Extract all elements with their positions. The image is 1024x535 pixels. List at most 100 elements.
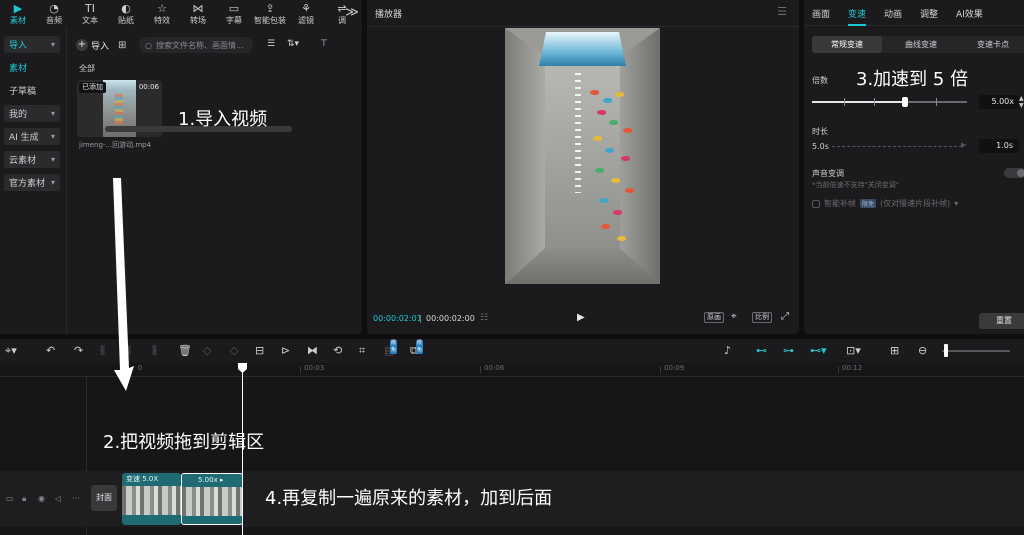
delete-icon[interactable]: 🗑 [178, 344, 192, 358]
cover-button[interactable]: 封面 [91, 485, 117, 511]
reverse-icon[interactable]: ⊳ [281, 344, 290, 358]
ruler-label: 00:03 [304, 364, 325, 372]
auto-caption-icon[interactable]: ▤限免 [384, 340, 398, 358]
tab-effects[interactable]: ☆ 特效 [144, 0, 180, 28]
pitch-toggle[interactable] [1004, 168, 1024, 178]
zoom-out-icon[interactable]: ⊖ [918, 344, 927, 358]
mode-curve-speed[interactable]: 曲线变速 [886, 36, 956, 53]
player-title: 播放器 [375, 10, 403, 20]
main-track-magnet-icon[interactable]: ⊷ [756, 344, 767, 358]
grid-view-icon[interactable]: ⊞ [118, 40, 126, 51]
mark-icon[interactable]: ◇ [203, 344, 211, 358]
preview-left-wall [505, 28, 545, 284]
plus-icon: + [76, 39, 88, 51]
reset-button[interactable]: 重置 [979, 313, 1024, 329]
more-icon[interactable]: ··· [72, 494, 80, 503]
duration-input[interactable]: 1.0s [979, 139, 1019, 153]
import-button[interactable]: + 导入 ⊞ [76, 37, 131, 53]
nav-label: 导入 [9, 41, 28, 51]
tab-adjust-props[interactable]: 调整 [920, 7, 938, 20]
added-badge: 已添加 [79, 82, 106, 93]
rotate-icon[interactable]: ⟲ [333, 344, 342, 358]
filter-icon[interactable]: ⊤ [320, 39, 328, 51]
mirror-icon[interactable]: ⧓ [307, 344, 318, 358]
filter-icon: ⚘ [301, 2, 311, 15]
nav-sub-draft[interactable]: 子草稿 [4, 82, 60, 99]
nav-official-media[interactable]: 官方素材 ▾ [4, 174, 60, 191]
screenshot-icon[interactable]: ⌖ [731, 311, 737, 322]
video-clip[interactable]: 变速 5.0X [122, 473, 181, 525]
track-thumb-icon[interactable]: ▭ [6, 494, 14, 503]
preview-fish [621, 156, 630, 161]
mode-beat-speed[interactable]: 变速卡点 [958, 36, 1024, 53]
speed-slider-knob[interactable] [902, 97, 908, 107]
sticker-icon: ◐ [121, 2, 131, 15]
redo-icon[interactable]: ↷ [74, 344, 83, 358]
play-button[interactable]: ▶ [577, 312, 585, 323]
tab-transitions[interactable]: ⋈ 转场 [180, 0, 216, 28]
sort-icon[interactable]: ☰ [267, 39, 275, 51]
tab-animation[interactable]: 动画 [884, 7, 902, 20]
original-quality-button[interactable]: 原画 [704, 312, 724, 323]
eye-icon[interactable]: ◉ [38, 494, 45, 503]
menu-icon[interactable]: ☰ [777, 5, 787, 18]
divider [367, 26, 799, 27]
tab-smart-pack[interactable]: ⇪ 智能包装 [252, 0, 288, 28]
lock-icon[interactable]: 🔒︎ [22, 494, 26, 504]
player-panel: 播放器 ☰ 00:00:02:01 | 00:00:02:00 ☷ ▶ 原画 ⌖… [367, 0, 799, 334]
auto-snap-icon[interactable]: ⊶ [783, 344, 794, 358]
speed-stepper[interactable]: ▲ ▼ [1019, 95, 1024, 109]
tab-filters[interactable]: ⚘ 滤镜 [288, 0, 324, 28]
tab-text[interactable]: TI 文本 [72, 0, 108, 28]
freeze-icon[interactable]: ⊟ [255, 344, 264, 358]
fullscreen-icon[interactable]: ⤢ [781, 311, 789, 322]
timeline-area[interactable]: 0 00:03 00:06 00:09 00:12 2.把视频拖到剪辑区 ▭ 🔒… [0, 363, 1024, 535]
playhead[interactable] [242, 363, 243, 535]
expand-more-icon[interactable]: ≫ [344, 5, 360, 21]
microphone-icon[interactable]: ♪ [724, 344, 731, 358]
checkbox[interactable] [812, 199, 820, 208]
tab-ai-effects[interactable]: AI效果 [956, 7, 983, 20]
crop-icon[interactable]: ⌗ [359, 344, 365, 358]
video-clip-selected[interactable]: 5.00x ▸ [181, 473, 243, 525]
zoom-slider[interactable] [942, 350, 1010, 352]
select-cursor-icon[interactable]: ⌖▾ [5, 344, 17, 358]
tab-speed[interactable]: 变速 [848, 7, 866, 20]
search-input[interactable]: ○ 搜索文件名称、画面情... [139, 37, 253, 53]
tab-stickers[interactable]: ◐ 贴纸 [108, 0, 144, 28]
ratio-button[interactable]: 比例 [752, 312, 772, 323]
nav-mine[interactable]: 我的 ▾ [4, 105, 60, 122]
video-preview[interactable] [505, 28, 660, 284]
preview-axis-icon[interactable]: ⊡▾ [846, 344, 861, 358]
fit-screen-icon[interactable]: ⊞ [890, 344, 899, 358]
smart-crop-icon[interactable]: ⧉ 限免 [410, 340, 424, 358]
tab-canvas[interactable]: 画面 [812, 7, 830, 20]
split-right-icon[interactable]: ⫼ [152, 344, 157, 358]
zoom-slider-knob[interactable] [944, 344, 948, 357]
speaker-icon[interactable]: ◁ [55, 494, 61, 503]
mode-normal-speed[interactable]: 常规变速 [812, 36, 882, 53]
speed-value-input[interactable]: 5.00x [979, 95, 1019, 109]
drag-arrow-annotation [113, 178, 134, 391]
nav-label: 云素材 [9, 156, 37, 166]
nav-ai-generate[interactable]: AI 生成 ▾ [4, 128, 60, 145]
smart-frame-option[interactable]: 智能补帧 限免 (仅对慢速片段补帧) ▾ [812, 198, 958, 209]
sort-order-icon[interactable]: ⇅▾ [287, 39, 299, 51]
tab-captions[interactable]: ▭ 字幕 [216, 0, 252, 28]
tab-audio[interactable]: ◔ 音频 [36, 0, 72, 28]
speed-slider[interactable] [812, 97, 967, 107]
linkage-icon[interactable]: ⊷▾ [810, 344, 827, 358]
free-badge: 限免 [416, 340, 424, 354]
tab-label: 音频 [46, 16, 62, 25]
shield-icon[interactable]: ◇ [230, 344, 238, 358]
time-ruler[interactable]: 0 00:03 00:06 00:09 00:12 [0, 363, 1024, 377]
nav-media[interactable]: 素材 [4, 59, 60, 76]
free-badge: 限免 [390, 340, 398, 354]
nav-cloud-media[interactable]: 云素材 ▾ [4, 151, 60, 168]
search-placeholder: 搜索文件名称、画面情... [155, 40, 244, 50]
split-icon[interactable]: ⫼ [100, 344, 105, 358]
tab-media[interactable]: ▶ 素材 [0, 0, 36, 28]
nav-import[interactable]: 导入 ▾ [4, 36, 60, 53]
list-icon[interactable]: ☷ [480, 313, 488, 323]
undo-icon[interactable]: ↶ [46, 344, 55, 358]
